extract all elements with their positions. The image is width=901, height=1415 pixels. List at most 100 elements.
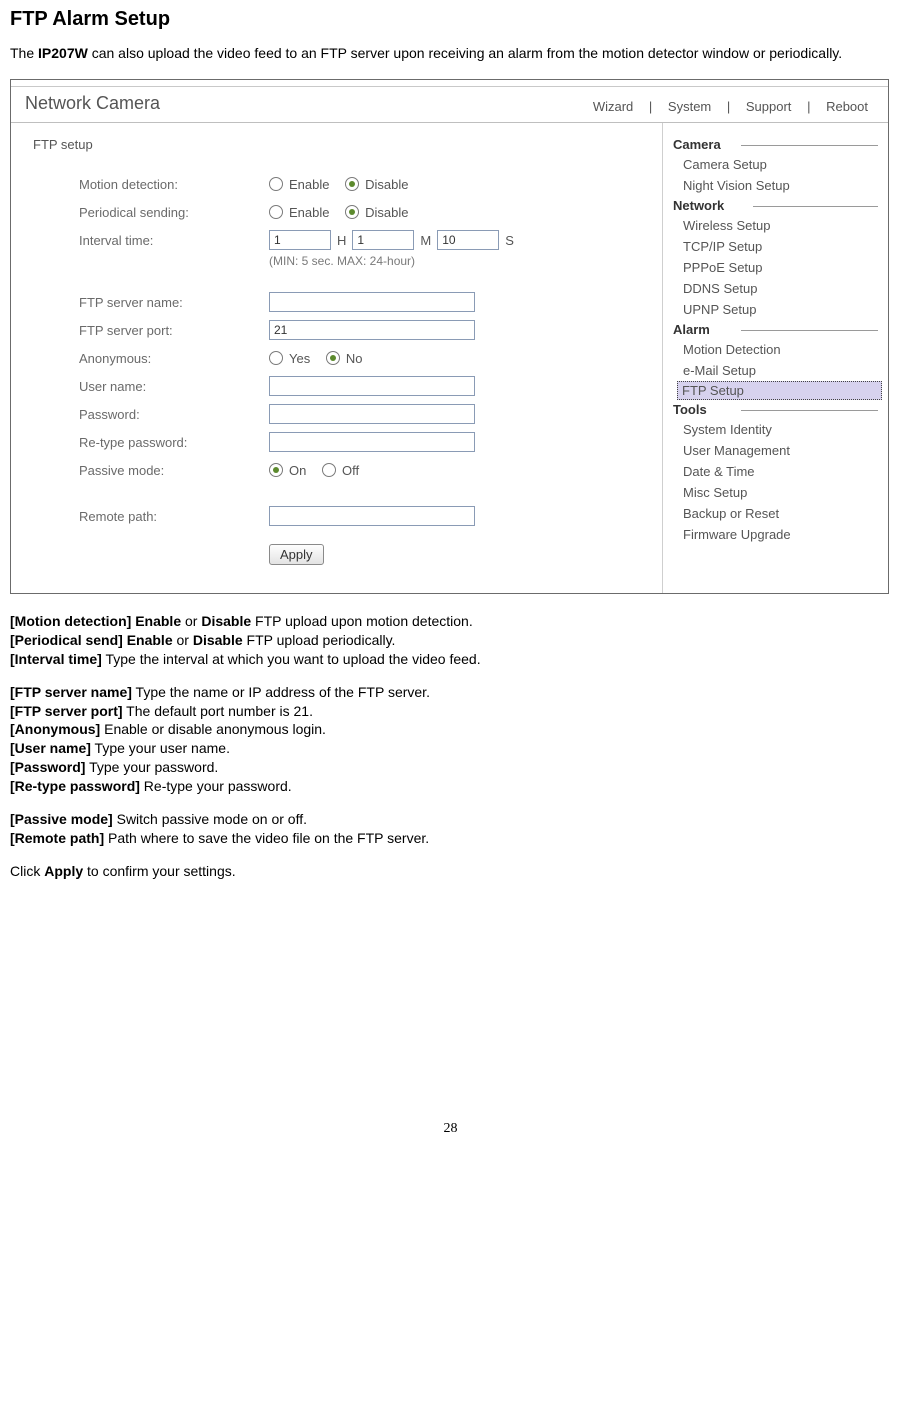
- link-support[interactable]: Support: [740, 99, 798, 114]
- interval-hint: (MIN: 5 sec. MAX: 24-hour): [33, 254, 652, 268]
- desc-label: [FTP server name]: [10, 684, 132, 700]
- desc-text: or: [181, 613, 201, 629]
- label-periodical: Periodical sending:: [33, 205, 269, 220]
- radio-anon-yes[interactable]: [269, 351, 283, 365]
- sidebar-item-night-vision[interactable]: Night Vision Setup: [663, 175, 888, 196]
- desc-label: Disable: [193, 632, 243, 648]
- unit-h: H: [337, 233, 346, 248]
- label-remote: Remote path:: [33, 509, 269, 524]
- radio-passive-off[interactable]: [322, 463, 336, 477]
- desc-text: Switch passive mode on or off.: [113, 811, 307, 827]
- radio-periodical-enable[interactable]: [269, 205, 283, 219]
- desc-label: [Passive mode]: [10, 811, 113, 827]
- sidebar-group-camera: Camera: [663, 135, 888, 154]
- sidebar-item-email[interactable]: e-Mail Setup: [663, 360, 888, 381]
- sidebar-item-backup[interactable]: Backup or Reset: [663, 503, 888, 524]
- unit-s: S: [505, 233, 514, 248]
- unit-m: M: [420, 233, 431, 248]
- sidebar-group-alarm: Alarm: [663, 320, 888, 339]
- desc-text: Re-type your password.: [140, 778, 292, 794]
- input-user[interactable]: [269, 376, 475, 396]
- sidebar: Camera Camera Setup Night Vision Setup N…: [662, 123, 888, 593]
- input-repassword[interactable]: [269, 432, 475, 452]
- label-server-name: FTP server name:: [33, 295, 269, 310]
- input-interval-m[interactable]: [352, 230, 414, 250]
- topbar: Network Camera Wizard | System | Support…: [11, 87, 888, 123]
- radio-label: Off: [342, 463, 359, 478]
- sidebar-item-ftp[interactable]: FTP Setup: [677, 381, 882, 400]
- desc-label: [Remote path]: [10, 830, 104, 846]
- radio-passive-on[interactable]: [269, 463, 283, 477]
- sidebar-item-tcpip[interactable]: TCP/IP Setup: [663, 236, 888, 257]
- sidebar-item-wireless[interactable]: Wireless Setup: [663, 215, 888, 236]
- input-password[interactable]: [269, 404, 475, 424]
- input-remote[interactable]: [269, 506, 475, 526]
- page-number: 28: [10, 1121, 891, 1137]
- desc-label: [Anonymous]: [10, 721, 100, 737]
- sidebar-item-pppoe[interactable]: PPPoE Setup: [663, 257, 888, 278]
- desc-text: Type the interval at which you want to u…: [102, 651, 481, 667]
- desc-label: Disable: [201, 613, 251, 629]
- label-user: User name:: [33, 379, 269, 394]
- desc-label: [Re-type password]: [10, 778, 140, 794]
- desc-text: to confirm your settings.: [83, 863, 236, 879]
- radio-label: No: [346, 351, 363, 366]
- sidebar-group-network: Network: [663, 196, 888, 215]
- desc-text: or: [173, 632, 193, 648]
- desc-text: The default port number is 21.: [123, 703, 313, 719]
- apply-button[interactable]: Apply: [269, 544, 324, 565]
- main-panel: FTP setup Motion detection: Enable Disab…: [11, 123, 662, 593]
- link-wizard[interactable]: Wizard: [587, 99, 639, 114]
- sidebar-item-identity[interactable]: System Identity: [663, 419, 888, 440]
- radio-label: Enable: [289, 205, 329, 220]
- screenshot-frame: Network Camera Wizard | System | Support…: [10, 79, 889, 594]
- label-server-port: FTP server port:: [33, 323, 269, 338]
- brand-title: Network Camera: [25, 93, 160, 114]
- label-password: Password:: [33, 407, 269, 422]
- page-title: FTP Alarm Setup: [10, 8, 891, 31]
- separator: |: [801, 99, 816, 114]
- sidebar-item-motion[interactable]: Motion Detection: [663, 339, 888, 360]
- desc-label: [User name]: [10, 740, 91, 756]
- radio-motion-enable[interactable]: [269, 177, 283, 191]
- intro-text: The: [10, 45, 38, 61]
- description-block: [Motion detection] Enable or Disable FTP…: [10, 612, 891, 881]
- separator: |: [721, 99, 736, 114]
- intro-text: can also upload the video feed to an FTP…: [88, 45, 842, 61]
- radio-periodical-disable[interactable]: [345, 205, 359, 219]
- desc-label: [Password]: [10, 759, 85, 775]
- sidebar-item-datetime[interactable]: Date & Time: [663, 461, 888, 482]
- input-server-name[interactable]: [269, 292, 475, 312]
- desc-text: FTP upload upon motion detection.: [251, 613, 473, 629]
- desc-label: [FTP server port]: [10, 703, 123, 719]
- desc-label: [Motion detection] Enable: [10, 613, 181, 629]
- sidebar-group-tools: Tools: [663, 400, 888, 419]
- desc-label: [Interval time]: [10, 651, 102, 667]
- radio-label: Enable: [289, 177, 329, 192]
- desc-text: Path where to save the video file on the…: [104, 830, 429, 846]
- input-interval-s[interactable]: [437, 230, 499, 250]
- sidebar-item-ddns[interactable]: DDNS Setup: [663, 278, 888, 299]
- desc-label: Apply: [44, 863, 83, 879]
- label-interval: Interval time:: [33, 233, 269, 248]
- input-interval-h[interactable]: [269, 230, 331, 250]
- sidebar-item-usermgmt[interactable]: User Management: [663, 440, 888, 461]
- link-system[interactable]: System: [662, 99, 717, 114]
- label-motion: Motion detection:: [33, 177, 269, 192]
- desc-text: Type your user name.: [91, 740, 230, 756]
- radio-label: On: [289, 463, 306, 478]
- desc-text: Type the name or IP address of the FTP s…: [132, 684, 430, 700]
- radio-anon-no[interactable]: [326, 351, 340, 365]
- link-reboot[interactable]: Reboot: [820, 99, 874, 114]
- radio-label: Disable: [365, 177, 408, 192]
- desc-text: Enable or disable anonymous login.: [100, 721, 326, 737]
- label-repassword: Re-type password:: [33, 435, 269, 450]
- input-server-port[interactable]: [269, 320, 475, 340]
- sidebar-item-firmware[interactable]: Firmware Upgrade: [663, 524, 888, 545]
- radio-motion-disable[interactable]: [345, 177, 359, 191]
- sidebar-item-camera-setup[interactable]: Camera Setup: [663, 154, 888, 175]
- sidebar-item-upnp[interactable]: UPNP Setup: [663, 299, 888, 320]
- section-title: FTP setup: [33, 137, 652, 152]
- sidebar-item-misc[interactable]: Misc Setup: [663, 482, 888, 503]
- intro-paragraph: The IP207W can also upload the video fee…: [10, 45, 891, 61]
